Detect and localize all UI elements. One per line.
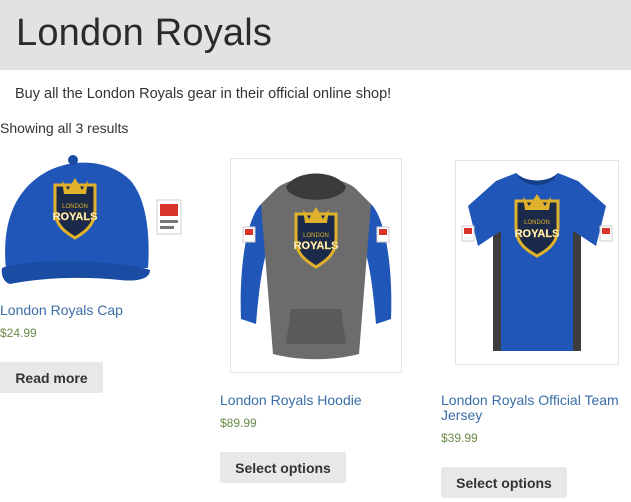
hoodie-image[interactable]: LONDON ROYALS [230, 158, 402, 373]
product-card-hoodie: LONDON ROYALS London Royals Hoodie $89.9… [220, 158, 420, 488]
svg-text:ROYALS: ROYALS [515, 228, 560, 240]
product-price-cap: $24.99 [0, 326, 37, 340]
svg-text:ROYALS: ROYALS [53, 211, 98, 223]
select-options-button-jersey[interactable]: Select options [441, 467, 567, 498]
product-card-jersey: LONDON ROYALS London Royals Official Tea… [441, 160, 631, 500]
product-price-hoodie: $89.99 [220, 416, 257, 430]
page-title: London Royals [16, 12, 273, 54]
select-options-button-hoodie[interactable]: Select options [220, 452, 346, 483]
svg-text:LONDON: LONDON [303, 233, 329, 239]
product-price-jersey: $39.99 [441, 431, 478, 445]
cap-image[interactable]: LONDON ROYALS [0, 150, 190, 290]
read-more-button[interactable]: Read more [0, 362, 103, 393]
svg-text:LONDON: LONDON [524, 220, 550, 226]
product-title-cap[interactable]: London Royals Cap [0, 303, 190, 318]
page-header: London Royals [0, 0, 631, 70]
shop-intro-text: Buy all the London Royals gear in their … [15, 86, 392, 102]
product-title-hoodie[interactable]: London Royals Hoodie [220, 393, 420, 408]
product-card-cap: LONDON ROYALS London Royals Cap $24.99 R… [0, 150, 200, 400]
product-title-jersey[interactable]: London Royals Official Team Jersey [441, 393, 631, 423]
result-count: Showing all 3 results [0, 120, 129, 136]
svg-text:LONDON: LONDON [62, 204, 88, 210]
jersey-image[interactable]: LONDON ROYALS [455, 160, 619, 365]
svg-text:ROYALS: ROYALS [294, 240, 339, 252]
